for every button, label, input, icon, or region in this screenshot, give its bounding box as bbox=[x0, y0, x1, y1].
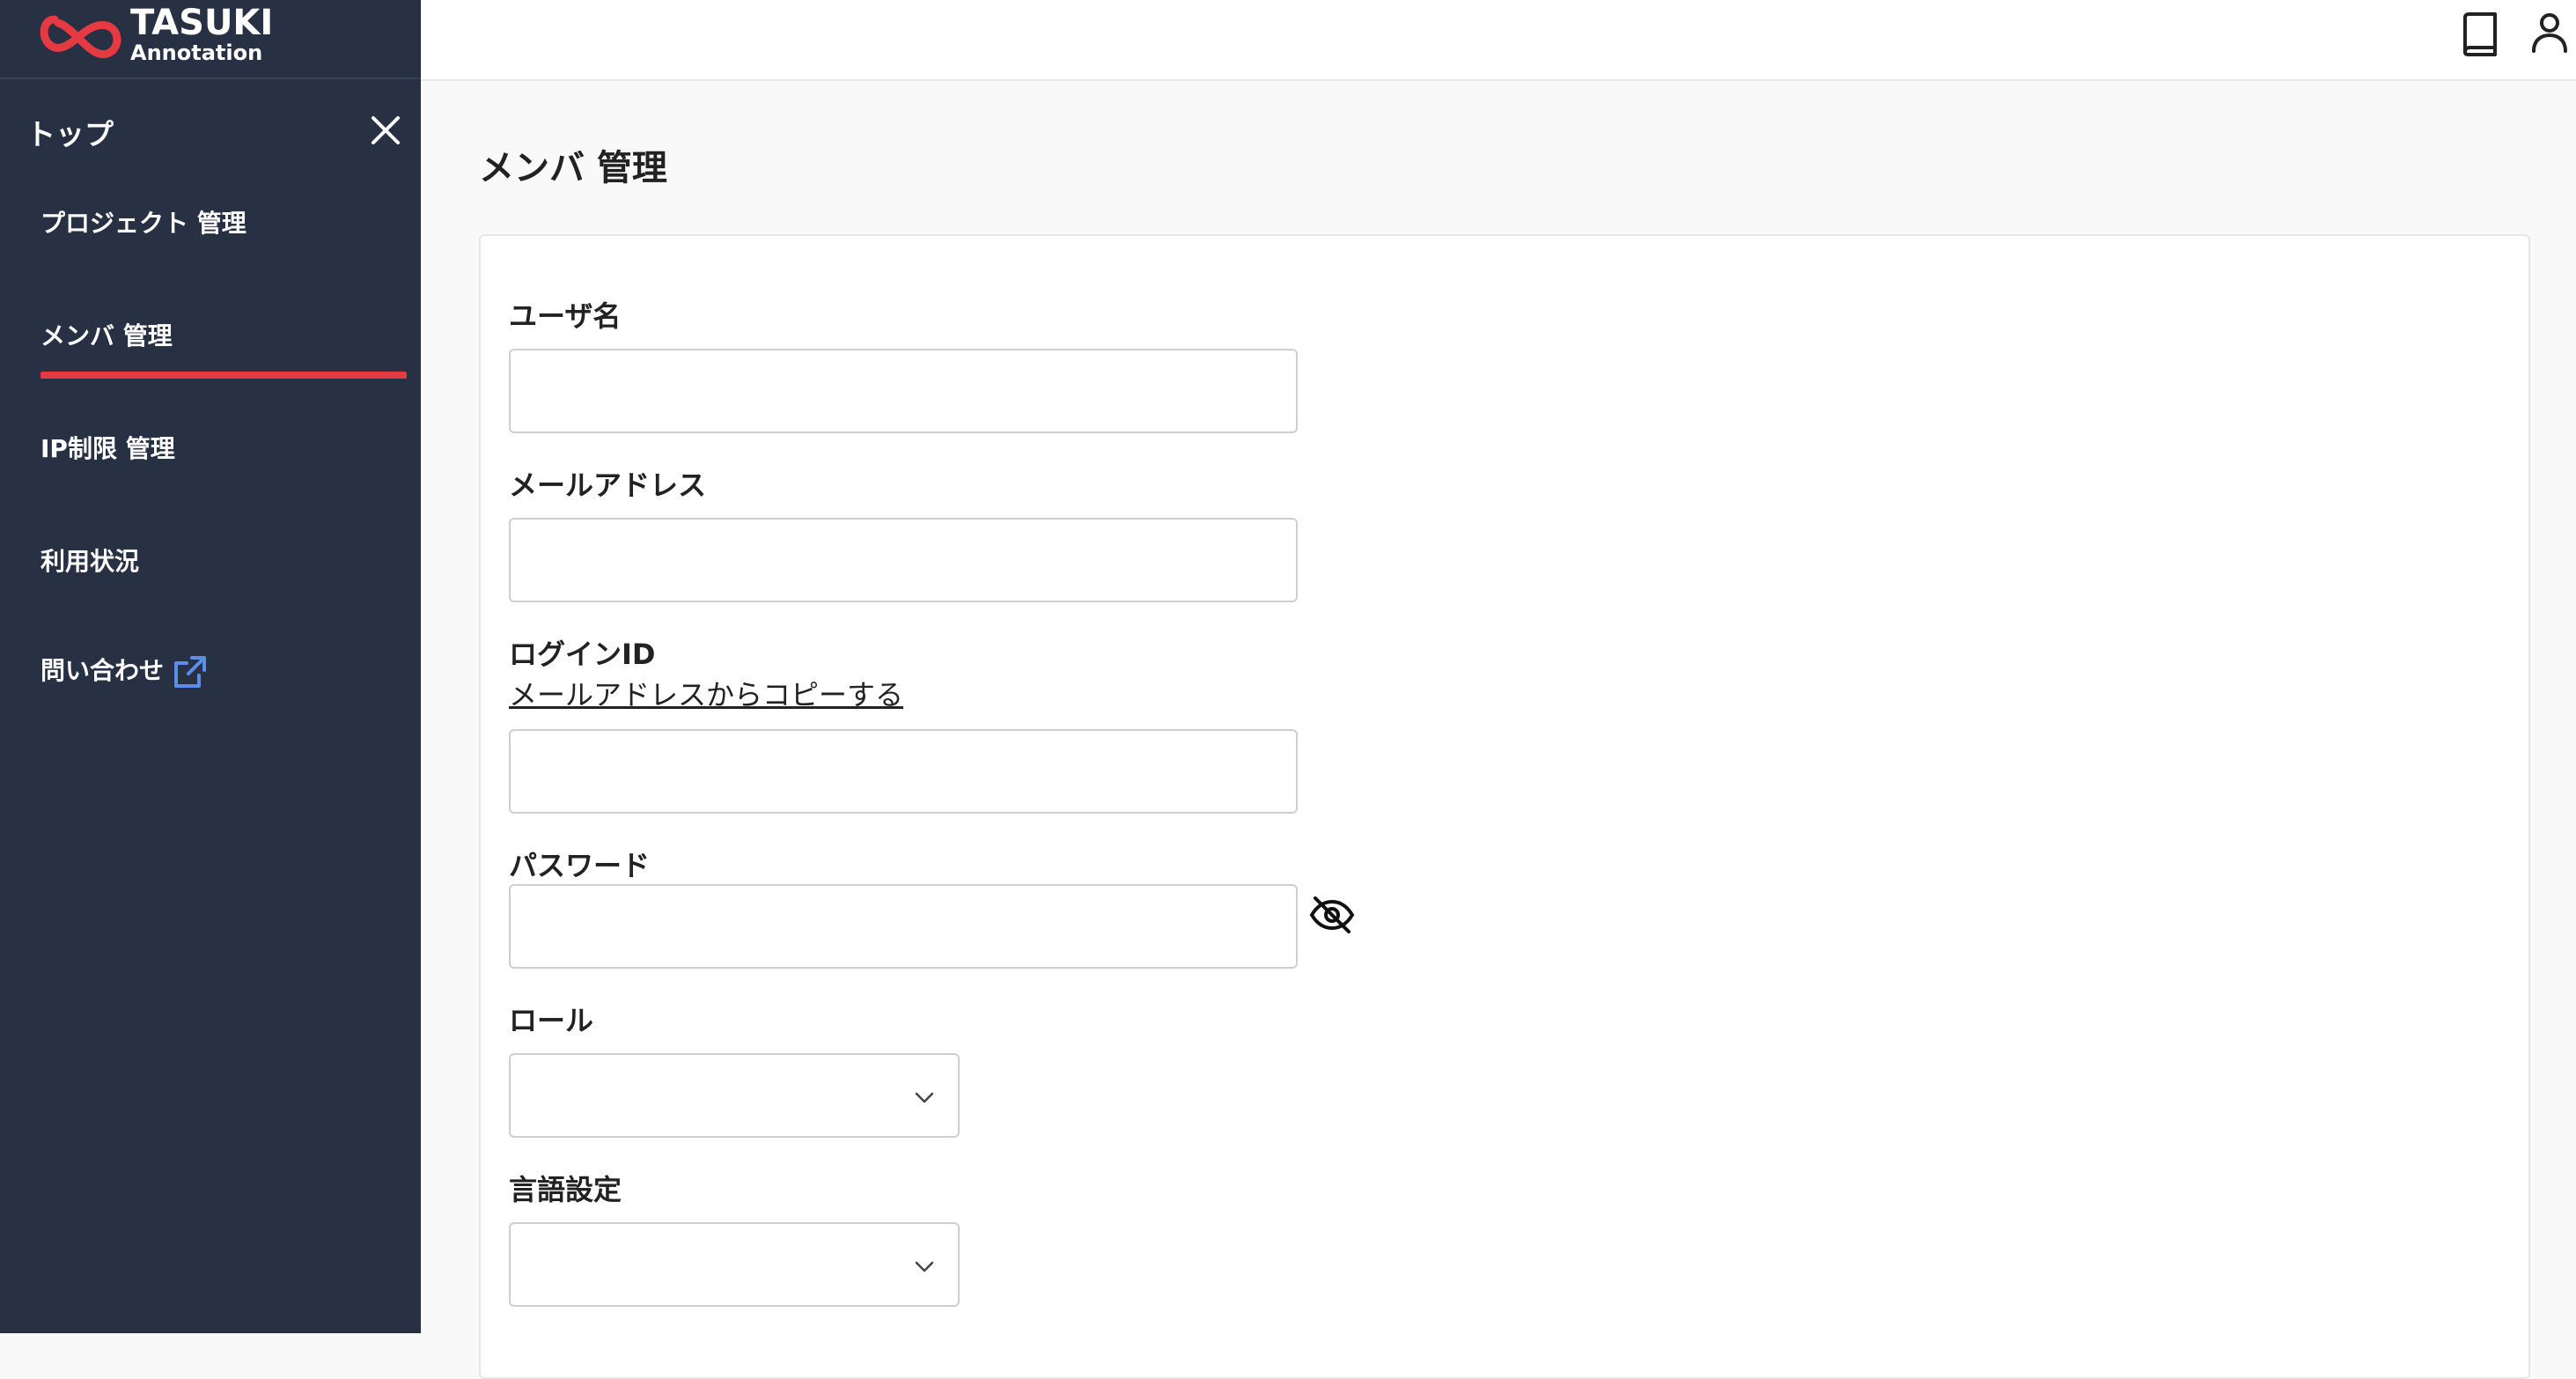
sidebar-item-ip-restriction[interactable]: IP制限 管理 bbox=[40, 430, 175, 465]
username-input[interactable] bbox=[509, 349, 1298, 433]
sidebar-item-usage[interactable]: 利用状況 bbox=[40, 542, 139, 578]
close-icon[interactable] bbox=[368, 113, 403, 148]
sidebar-item-member-management[interactable]: メンバ 管理 bbox=[40, 317, 173, 352]
tasuki-logo-icon bbox=[40, 15, 121, 58]
logo: TASUKI Annotation bbox=[0, 0, 421, 79]
sidebar-item-label: 問い合わせ bbox=[40, 656, 165, 685]
chevron-down-icon bbox=[915, 1092, 934, 1103]
language-label: 言語設定 bbox=[509, 1173, 622, 1206]
sidebar-item-project-management[interactable]: プロジェクト 管理 bbox=[40, 204, 247, 240]
role-select[interactable] bbox=[509, 1053, 960, 1138]
sidebar-item-contact[interactable]: 問い合わせ bbox=[40, 652, 208, 690]
top-header bbox=[421, 0, 2576, 81]
logo-subtitle: Annotation bbox=[130, 41, 263, 65]
email-label: メールアドレス bbox=[509, 468, 707, 502]
copy-from-email-link[interactable]: メールアドレスからコピーする bbox=[509, 673, 903, 713]
chevron-down-icon bbox=[915, 1261, 934, 1272]
email-input[interactable] bbox=[509, 518, 1298, 602]
login-id-input[interactable] bbox=[509, 729, 1298, 814]
login-id-label: ログインID bbox=[509, 638, 656, 671]
user-icon[interactable] bbox=[2528, 11, 2571, 56]
active-indicator bbox=[40, 372, 407, 379]
password-label: パスワード bbox=[509, 849, 651, 882]
sidebar-top-link[interactable]: トップ bbox=[26, 111, 114, 153]
role-label: ロール bbox=[509, 1004, 594, 1037]
password-input[interactable] bbox=[509, 884, 1298, 969]
eye-off-icon[interactable] bbox=[1308, 891, 1356, 939]
logo-name: TASUKI bbox=[130, 3, 274, 43]
page-title: メンバ 管理 bbox=[479, 148, 667, 188]
external-link-icon bbox=[174, 656, 207, 688]
sidebar: TASUKI Annotation トップ プロジェクト 管理 メンバ 管理 I… bbox=[0, 0, 421, 1333]
username-label: ユーザ名 bbox=[509, 299, 622, 333]
language-select[interactable] bbox=[509, 1222, 960, 1307]
book-icon[interactable] bbox=[2460, 11, 2500, 56]
